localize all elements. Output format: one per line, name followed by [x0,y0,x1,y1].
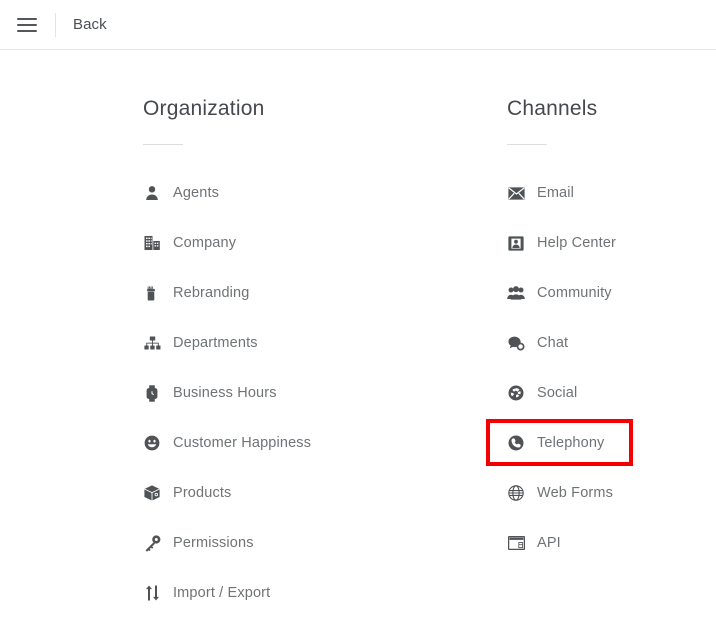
envelope-icon [507,184,525,202]
organization-column: Organization Agents Company Rebranding [143,50,463,618]
sidebar-item-label: Departments [173,335,258,351]
sidebar-item-label: Import / Export [173,585,270,601]
organization-title-rule [143,144,183,145]
sidebar-item-label: Help Center [537,235,616,251]
people-group-icon [507,284,525,302]
sidebar-item-agents[interactable]: Agents [143,168,463,218]
sidebar-item-label: Agents [173,185,219,201]
hamburger-line-1 [17,18,37,20]
paint-brush-icon [143,284,161,302]
sidebar-item-social[interactable]: Social [507,368,707,418]
sidebar-item-rebranding[interactable]: Rebranding [143,268,463,318]
sidebar-item-email[interactable]: Email [507,168,707,218]
organization-item-list: Agents Company Rebranding Departments [143,168,463,618]
chat-bubble-icon [507,334,525,352]
sidebar-item-company[interactable]: Company [143,218,463,268]
globe-icon [507,484,525,502]
settings-content: Organization Agents Company Rebranding [0,50,716,596]
social-globe-icon [507,384,525,402]
sidebar-item-label: Web Forms [537,485,613,501]
sidebar-item-permissions[interactable]: Permissions [143,518,463,568]
user-icon [143,184,161,202]
sidebar-item-import-export[interactable]: Import / Export [143,568,463,618]
help-center-icon [507,234,525,252]
header-divider [55,13,56,37]
sidebar-item-label: Company [173,235,236,251]
hamburger-menu-icon[interactable] [17,18,37,32]
up-down-arrows-icon [143,584,161,602]
sidebar-item-label: Business Hours [173,385,277,401]
sidebar-item-departments[interactable]: Departments [143,318,463,368]
sidebar-item-business-hours[interactable]: Business Hours [143,368,463,418]
sidebar-item-label: API [537,535,561,551]
channels-title-rule [507,144,547,145]
hamburger-line-2 [17,24,37,26]
watch-icon [143,384,161,402]
smiley-face-icon [143,434,161,452]
sidebar-item-label: Chat [537,335,568,351]
sidebar-item-label: Customer Happiness [173,435,311,451]
sidebar-item-web-forms[interactable]: Web Forms [507,468,707,518]
organization-column-title: Organization [143,50,463,122]
channels-item-list: Email Help Center Community Chat [507,168,707,568]
sidebar-item-community[interactable]: Community [507,268,707,318]
top-header-bar: Back [0,0,716,50]
sidebar-item-help-center[interactable]: Help Center [507,218,707,268]
box-icon [143,484,161,502]
browser-window-icon [507,534,525,552]
back-button[interactable]: Back [73,16,107,33]
phone-circle-icon [507,434,525,452]
channels-column-title: Channels [507,50,707,122]
key-icon [143,534,161,552]
channels-column: Channels Email Help Center Community [507,50,707,568]
sidebar-item-customer-happiness[interactable]: Customer Happiness [143,418,463,468]
sidebar-item-label: Social [537,385,577,401]
sidebar-item-label: Email [537,185,574,201]
sidebar-item-label: Community [537,285,612,301]
hamburger-line-3 [17,30,37,32]
building-icon [143,234,161,252]
sidebar-item-products[interactable]: Products [143,468,463,518]
sidebar-item-api[interactable]: API [507,518,707,568]
sidebar-item-telephony[interactable]: Telephony [507,418,707,468]
sidebar-item-label: Permissions [173,535,254,551]
org-chart-icon [143,334,161,352]
sidebar-item-label: Rebranding [173,285,249,301]
sidebar-item-label: Telephony [537,435,604,451]
sidebar-item-chat[interactable]: Chat [507,318,707,368]
sidebar-item-label: Products [173,485,231,501]
